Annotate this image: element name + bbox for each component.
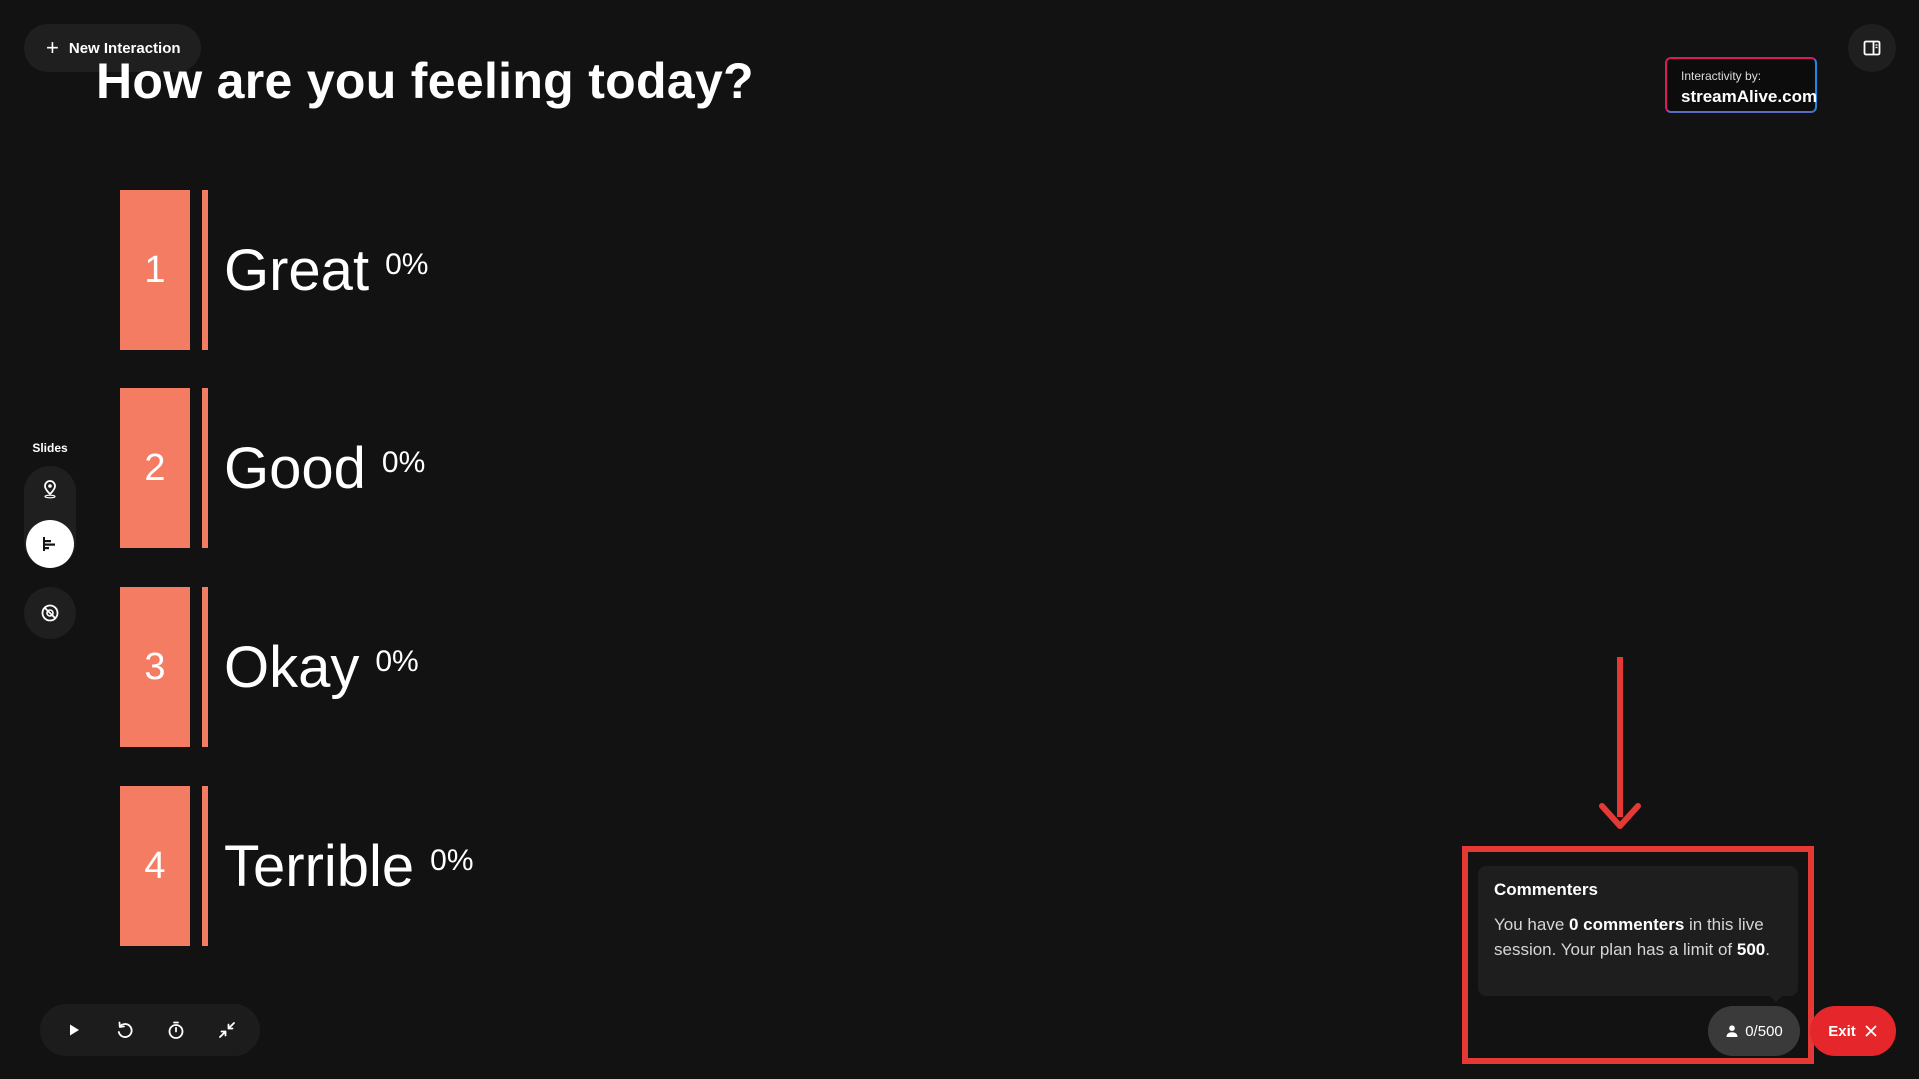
option-result-bar bbox=[202, 388, 208, 548]
panel-toggle-button[interactable] bbox=[1848, 24, 1896, 72]
option-number: 3 bbox=[120, 587, 190, 747]
tooltip-title: Commenters bbox=[1494, 880, 1598, 899]
tooltip-prefix: You have bbox=[1494, 915, 1569, 934]
playback-controls bbox=[40, 1004, 260, 1056]
option-label: Terrible bbox=[224, 833, 415, 899]
tooltip-limit: 500 bbox=[1736, 940, 1766, 959]
poll-option-4: 4 Terrible 0% bbox=[120, 786, 474, 946]
branding-line1: Interactivity by: bbox=[1681, 69, 1762, 83]
option-percent: 0% bbox=[430, 844, 474, 877]
commenter-count-pill[interactable]: 0/500 bbox=[1708, 1006, 1800, 1056]
option-number: 4 bbox=[120, 786, 190, 946]
question-title: How are you feeling today? bbox=[96, 53, 754, 109]
poll-option-1: 1 Great 0% bbox=[120, 190, 428, 350]
timer-button[interactable] bbox=[156, 1010, 196, 1050]
commenters-tooltip: Commenters You have 0 commenters in this… bbox=[1478, 866, 1798, 996]
poll-option-2: 2 Good 0% bbox=[120, 388, 425, 548]
option-number: 2 bbox=[120, 388, 190, 548]
option-result-bar bbox=[202, 786, 208, 946]
play-icon bbox=[69, 1024, 79, 1036]
tooltip-caret bbox=[1768, 994, 1784, 1002]
branding-line2: streamAlive.com bbox=[1681, 87, 1818, 106]
play-button[interactable] bbox=[54, 1010, 94, 1050]
minimize-icon bbox=[218, 1022, 235, 1038]
branding-badge: Interactivity by: streamAlive.com bbox=[1665, 57, 1817, 113]
annotation-arrow-head bbox=[1599, 803, 1641, 829]
reset-button[interactable] bbox=[105, 1010, 145, 1050]
commenter-count: 0/500 bbox=[1745, 1022, 1783, 1040]
slide-map-button[interactable] bbox=[26, 465, 74, 513]
tooltip-body: You have 0 commenters in this live sessi… bbox=[1494, 912, 1782, 962]
annotation-arrow-line bbox=[1617, 657, 1623, 817]
tooltip-count: 0 commenters bbox=[1569, 915, 1685, 934]
slides-label: Slides bbox=[32, 441, 68, 455]
minimize-button[interactable] bbox=[207, 1010, 247, 1050]
option-percent: 0% bbox=[385, 248, 429, 281]
slide-poll-button[interactable] bbox=[26, 520, 74, 568]
no-spin-icon bbox=[41, 604, 59, 622]
user-icon bbox=[1726, 1025, 1738, 1037]
exit-label: Exit bbox=[1828, 1022, 1856, 1040]
reset-icon bbox=[117, 1021, 133, 1038]
option-number: 1 bbox=[120, 190, 190, 350]
poll-option-3: 3 Okay 0% bbox=[120, 587, 419, 747]
slide-nospin-button[interactable] bbox=[24, 587, 76, 639]
close-icon bbox=[1865, 1025, 1877, 1037]
option-label: Okay bbox=[224, 634, 360, 700]
bar-chart-icon bbox=[43, 537, 55, 551]
panel-icon bbox=[1863, 40, 1881, 56]
option-label: Good bbox=[224, 435, 366, 501]
option-result-bar bbox=[202, 587, 208, 747]
option-result-bar bbox=[202, 190, 208, 350]
option-percent: 0% bbox=[381, 446, 426, 479]
map-pin-icon bbox=[44, 480, 56, 499]
option-percent: 0% bbox=[375, 645, 419, 678]
option-label: Great bbox=[224, 237, 370, 303]
plus-icon: + bbox=[46, 35, 59, 60]
timer-icon bbox=[168, 1021, 183, 1039]
exit-button[interactable]: Exit bbox=[1810, 1006, 1896, 1056]
tooltip-suffix: . bbox=[1765, 940, 1770, 959]
